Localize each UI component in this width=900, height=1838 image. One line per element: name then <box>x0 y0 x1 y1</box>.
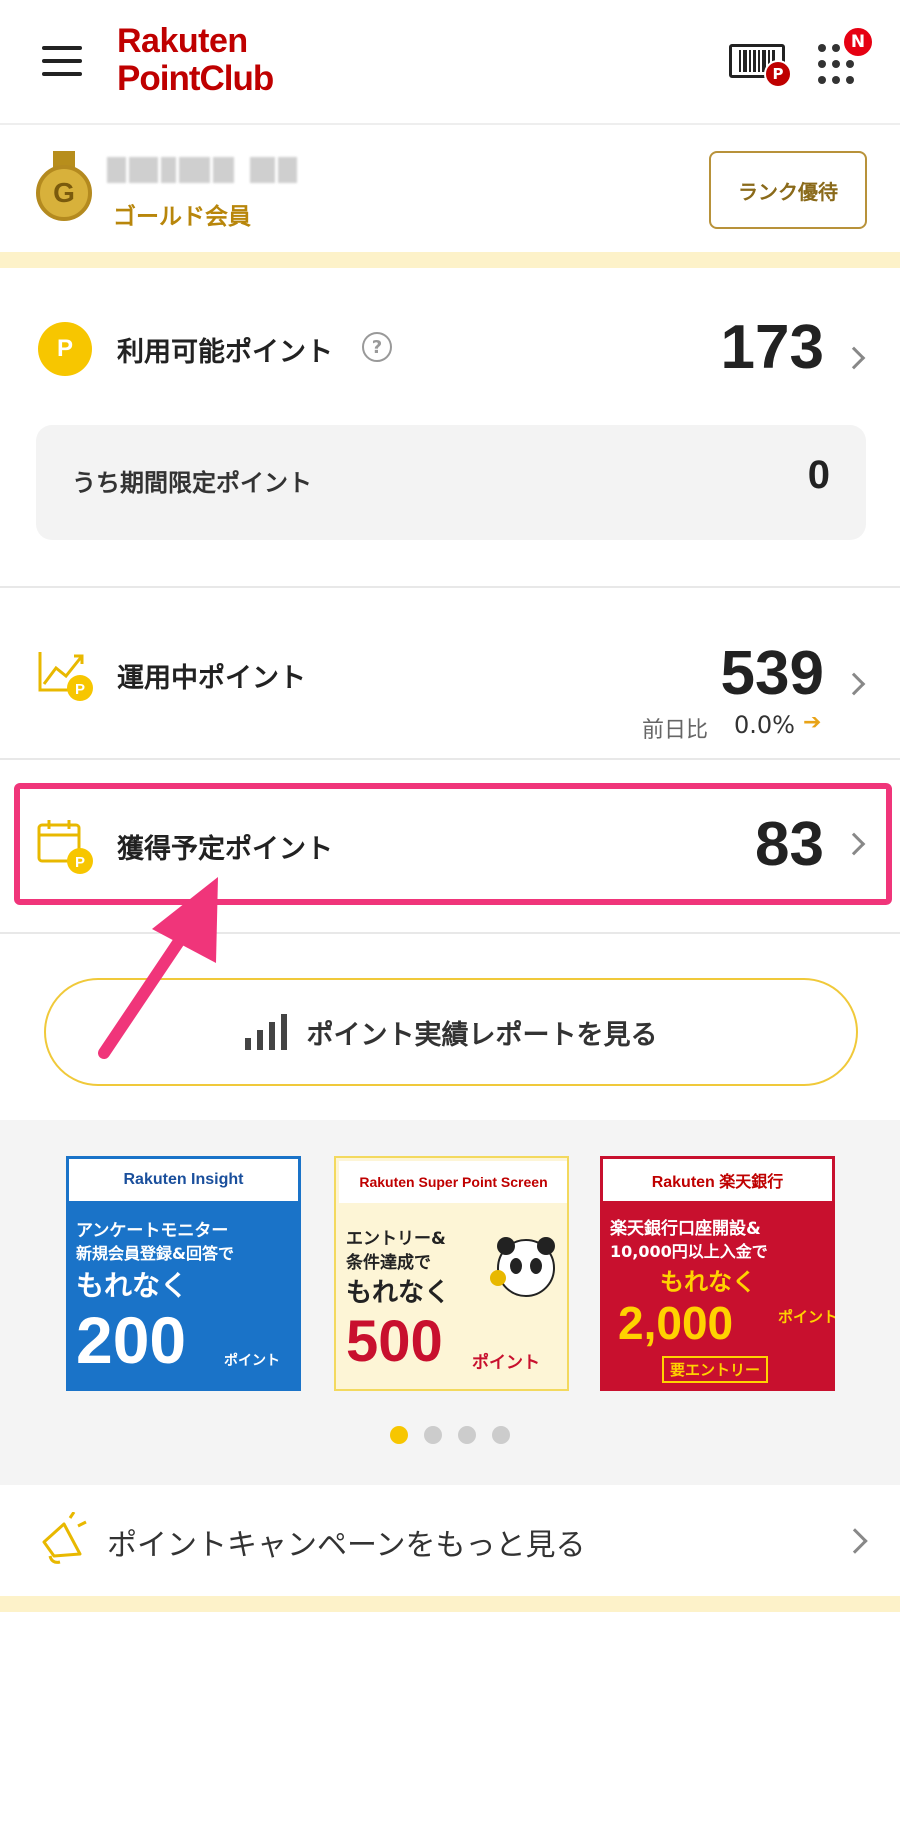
divider <box>0 758 900 760</box>
member-rank: ゴールド会員 <box>113 204 251 230</box>
hamburger-menu-icon[interactable] <box>42 46 82 78</box>
banner-header: Rakuten Super Point Screen <box>339 1161 567 1203</box>
carousel-dot[interactable] <box>492 1426 510 1444</box>
logo-line1: Rakuten <box>117 22 248 60</box>
svg-text:P: P <box>75 681 85 698</box>
banner-line1: エントリー& <box>346 1229 446 1249</box>
available-points-value: 173 <box>720 313 824 382</box>
chevron-right-icon <box>842 1528 868 1554</box>
more-campaigns-label: ポイントキャンペーンをもっと見る <box>107 1528 586 1563</box>
banner-big-number: 200 <box>76 1303 187 1377</box>
limited-points-box: うち期間限定ポイント 0 <box>36 425 866 540</box>
banner-line3: もれなく <box>76 1269 189 1302</box>
notification-badge: N <box>842 26 874 58</box>
point-card-badge: P <box>764 60 792 88</box>
banner-unit: ポイント <box>778 1308 835 1326</box>
help-icon[interactable]: ? <box>362 332 392 362</box>
banner-line1: 楽天銀行口座開設& <box>610 1219 761 1239</box>
investment-chart-icon: P <box>36 644 96 704</box>
chevron-right-icon <box>842 346 866 370</box>
banner-entry-note: 要エントリー <box>662 1356 769 1383</box>
point-coin-icon: P <box>38 322 92 376</box>
logo-line2: PointClub <box>117 59 274 98</box>
app-header: Rakuten PointClub P N <box>0 0 900 125</box>
bar-chart-icon <box>244 1014 287 1050</box>
invested-points-section[interactable]: P 運用中ポイント 539 前日比 0.0% ➔ <box>0 588 900 758</box>
chevron-right-icon <box>842 672 866 696</box>
panda-mascot-icon <box>490 1237 555 1297</box>
banner-big-number: 2,000 <box>618 1297 734 1349</box>
banner-line2: 10,000円以上入金で <box>610 1242 768 1261</box>
annotation-arrow-icon <box>98 877 218 1059</box>
member-info: G ゴールド会員 ランク優待 <box>0 127 900 252</box>
banner-unit: ポイント <box>472 1353 540 1373</box>
banner-line3: もれなく <box>660 1268 756 1296</box>
banner-line1: アンケートモニター <box>76 1221 229 1241</box>
rakuten-pointclub-logo[interactable]: Rakuten PointClub <box>117 22 274 98</box>
banner-header: Rakuten 楽天銀行 <box>603 1159 832 1201</box>
carousel-dots <box>0 1426 900 1444</box>
point-report-label: ポイント実績レポートを見る <box>306 1019 658 1051</box>
member-name-redacted <box>107 157 298 187</box>
section-band <box>0 1596 900 1612</box>
invested-points-label: 運用中ポイント <box>117 663 306 694</box>
invested-points-value: 539 <box>720 639 824 708</box>
limited-points-value: 0 <box>807 453 830 497</box>
banner-rakuten-bank[interactable]: Rakuten 楽天銀行 楽天銀行口座開設& 10,000円以上入金で もれなく… <box>600 1156 835 1391</box>
day-over-day-value: 0.0% <box>734 711 795 739</box>
banner-big-number: 500 <box>346 1309 443 1374</box>
day-over-day-label: 前日比 <box>642 718 709 743</box>
megaphone-icon <box>42 1512 87 1564</box>
banner-line2: 条件達成で <box>346 1253 431 1273</box>
carousel-dot[interactable] <box>424 1426 442 1444</box>
banner-line3: もれなく <box>346 1278 451 1308</box>
rank-benefits-button[interactable]: ランク優待 <box>709 151 867 229</box>
limited-points-label: うち期間限定ポイント <box>72 469 312 497</box>
medal-letter: G <box>53 177 75 208</box>
more-campaigns-link[interactable]: ポイントキャンペーンをもっと見る <box>0 1488 900 1592</box>
banner-super-point-screen[interactable]: Rakuten Super Point Screen エントリー& 条件達成で … <box>334 1156 569 1391</box>
banner-unit: ポイント <box>224 1353 280 1369</box>
banner-header: Rakuten Insight <box>69 1159 298 1201</box>
page-bottom <box>0 1612 900 1838</box>
banner-line2: 新規会員登録&回答で <box>76 1244 234 1263</box>
carousel-dot[interactable] <box>390 1426 408 1444</box>
arrow-right-icon: ➔ <box>803 710 822 735</box>
gold-medal-icon: G <box>36 151 92 231</box>
section-band <box>0 252 900 268</box>
carousel-dot[interactable] <box>458 1426 476 1444</box>
banner-rakuten-insight[interactable]: Rakuten Insight アンケートモニター 新規会員登録&回答で もれな… <box>66 1156 301 1391</box>
available-points-label: 利用可能ポイント <box>117 337 333 368</box>
